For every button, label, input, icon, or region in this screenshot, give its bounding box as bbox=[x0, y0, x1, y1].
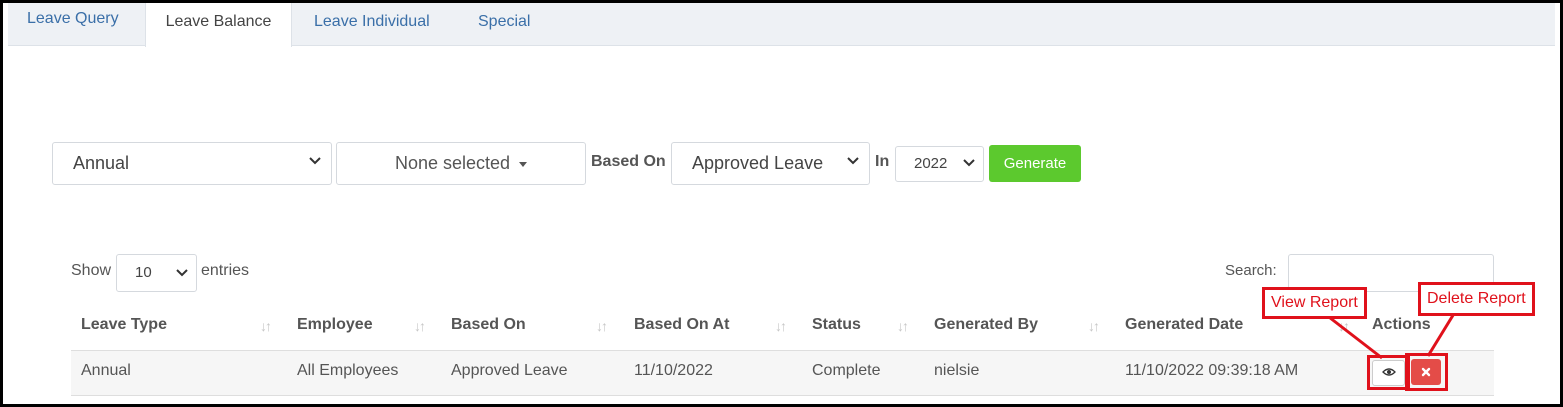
year-select[interactable]: 2022 bbox=[895, 146, 984, 182]
search-label: Search: bbox=[1225, 262, 1277, 279]
chevron-down-icon bbox=[847, 157, 859, 165]
cell-based-on-at: 11/10/2022 bbox=[634, 362, 713, 379]
cell-employee: All Employees bbox=[297, 362, 399, 379]
sort-icon[interactable]: ↓↑ bbox=[1088, 318, 1100, 334]
year-value: 2022 bbox=[914, 155, 948, 172]
delete-report-callout: Delete Report bbox=[1418, 282, 1535, 316]
tab-leave-individual[interactable]: Leave Individual bbox=[314, 3, 430, 46]
cell-based-on: Approved Leave bbox=[451, 362, 568, 379]
delete-report-highlight bbox=[1405, 353, 1448, 391]
leave-type-select[interactable]: Annual bbox=[52, 142, 332, 185]
sort-icon[interactable]: ↓↑ bbox=[775, 318, 787, 334]
employee-multiselect[interactable]: None selected bbox=[336, 142, 586, 185]
column-header-status[interactable]: Status bbox=[812, 316, 861, 334]
column-header-based-on-at[interactable]: Based On At bbox=[634, 316, 729, 334]
caret-down-icon bbox=[519, 161, 528, 167]
chevron-down-icon bbox=[963, 159, 975, 167]
show-label: Show bbox=[71, 262, 112, 279]
column-header-employee[interactable]: Employee bbox=[297, 316, 373, 334]
entries-label: entries bbox=[201, 262, 250, 279]
sort-icon[interactable]: ↓↑ bbox=[1338, 318, 1350, 334]
sort-icon[interactable]: ↓↑ bbox=[596, 318, 608, 334]
sort-icon[interactable]: ↓↑ bbox=[260, 318, 272, 334]
based-on-select[interactable]: Approved Leave bbox=[671, 142, 870, 185]
column-header-based-on[interactable]: Based On bbox=[451, 316, 526, 334]
chevron-down-icon bbox=[176, 269, 188, 277]
column-header-actions: Actions bbox=[1372, 316, 1431, 333]
view-report-callout: View Report bbox=[1262, 287, 1367, 319]
column-header-generated-date[interactable]: Generated Date bbox=[1125, 316, 1243, 334]
view-report-highlight bbox=[1367, 355, 1410, 390]
tab-leave-query[interactable]: Leave Query bbox=[27, 0, 119, 43]
tab-special[interactable]: Special bbox=[478, 3, 530, 46]
based-on-label: Based On bbox=[591, 153, 666, 170]
entries-value: 10 bbox=[135, 264, 152, 281]
based-on-value: Approved Leave bbox=[692, 153, 824, 173]
employee-value: None selected bbox=[394, 153, 511, 173]
entries-select[interactable]: 10 bbox=[116, 254, 197, 292]
sort-icon[interactable]: ↓↑ bbox=[414, 318, 426, 334]
in-label: In bbox=[875, 153, 890, 170]
cell-generated-date: 11/10/2022 09:39:18 AM bbox=[1125, 362, 1299, 379]
chevron-down-icon bbox=[309, 157, 321, 165]
sort-icon[interactable]: ↓↑ bbox=[897, 318, 909, 334]
cell-generated-by: nielsie bbox=[934, 362, 980, 379]
cell-status: Complete bbox=[812, 362, 881, 379]
leave-type-value: Annual bbox=[73, 153, 130, 173]
tab-leave-balance[interactable]: Leave Balance bbox=[145, 3, 292, 47]
column-header-leave-type[interactable]: Leave Type bbox=[81, 316, 167, 334]
window-frame bbox=[0, 0, 1563, 407]
cell-leave-type: Annual bbox=[81, 362, 131, 379]
generate-button[interactable]: Generate bbox=[989, 145, 1081, 182]
column-header-generated-by[interactable]: Generated By bbox=[934, 316, 1038, 334]
